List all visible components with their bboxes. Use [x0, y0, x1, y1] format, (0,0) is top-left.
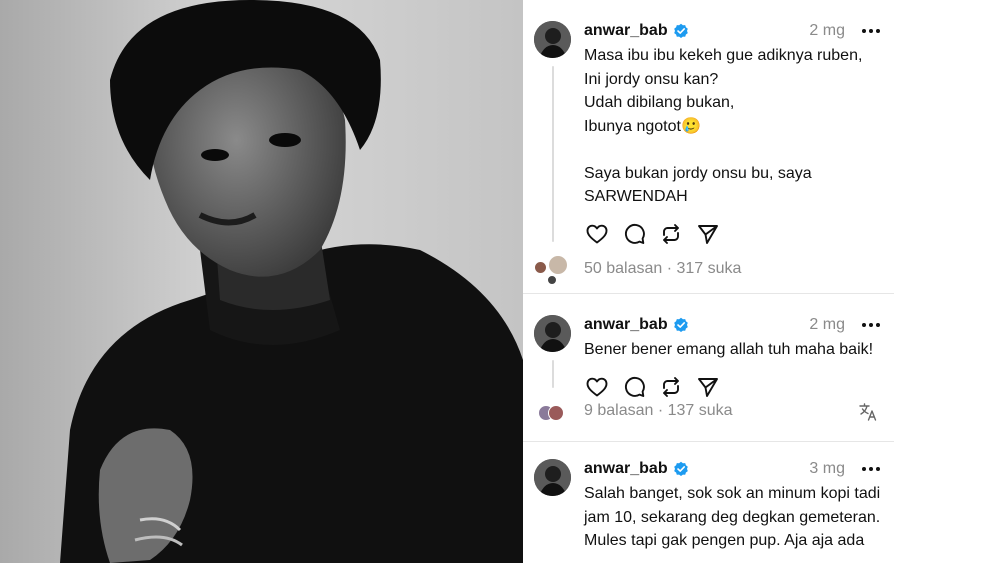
page-background — [894, 0, 1000, 563]
send-icon[interactable] — [695, 374, 721, 400]
avatar — [547, 275, 557, 285]
send-icon[interactable] — [695, 221, 721, 247]
reply-avatars — [538, 404, 570, 424]
post-text-line: Saya bukan jordy onsu bu, saya — [584, 164, 812, 182]
post[interactable]: anwar_bab 2 mg Masa ibu ibu kekeh gue ad… — [523, 0, 894, 294]
comment-icon[interactable] — [621, 374, 647, 400]
post-actions — [584, 221, 884, 247]
thread-line — [552, 66, 554, 242]
repost-icon[interactable] — [658, 221, 684, 247]
post[interactable]: anwar_bab 3 mg Salah banget, sok sok an … — [523, 442, 894, 563]
post-actions — [584, 374, 884, 400]
post-text-line: jam 10, sekarang deg degkan gemeteran. — [584, 508, 881, 526]
reply-avatars — [534, 255, 574, 285]
post-text-line: Ibunya ngotot🥲 — [584, 117, 701, 135]
post-stats[interactable]: 9 balasan · 137 suka — [584, 402, 733, 420]
thread-line — [552, 360, 554, 388]
avatar — [548, 255, 568, 275]
heart-icon[interactable] — [584, 221, 610, 247]
username[interactable]: anwar_bab — [584, 316, 668, 334]
post-text-line: Masa ibu ibu kekeh gue adiknya ruben, — [584, 47, 863, 64]
more-icon[interactable] — [862, 314, 880, 336]
verified-badge-icon — [673, 461, 689, 477]
post-text-line: Udah dibilang bukan, — [584, 94, 735, 111]
post-text-line: Salah banget, sok sok an minum kopi tadi — [584, 485, 881, 502]
post-text: Salah banget, sok sok an minum kopi tadi… — [584, 482, 884, 553]
verified-badge-icon — [673, 23, 689, 39]
post-text: Masa ibu ibu kekeh gue adiknya ruben, In… — [584, 44, 884, 209]
username[interactable]: anwar_bab — [584, 460, 668, 478]
comment-icon[interactable] — [621, 221, 647, 247]
post-text-line: Mules tapi gak pengen pup. Aja aja ada — [584, 532, 865, 549]
heart-icon[interactable] — [584, 374, 610, 400]
repost-icon[interactable] — [658, 374, 684, 400]
avatar — [534, 261, 547, 274]
avatar[interactable] — [534, 315, 571, 352]
post-time: 3 mg — [809, 460, 845, 477]
thread-panel: anwar_bab 2 mg Masa ibu ibu kekeh gue ad… — [523, 0, 894, 563]
post-text-line: Bener bener emang allah tuh maha baik! — [584, 341, 874, 358]
verified-badge-icon — [673, 317, 689, 333]
post-time: 2 mg — [809, 22, 845, 39]
portrait-photo — [0, 0, 523, 563]
avatar — [548, 405, 564, 421]
username[interactable]: anwar_bab — [584, 22, 668, 40]
post-text: Bener bener emang allah tuh maha baik! — [584, 338, 884, 362]
post-text-line: Ini jordy onsu kan? — [584, 70, 719, 88]
post-text-line: SARWENDAH — [584, 188, 688, 205]
post-stats[interactable]: 50 balasan · 317 suka — [584, 260, 741, 278]
avatar[interactable] — [534, 459, 571, 496]
post-time: 2 mg — [809, 316, 845, 333]
post-text-gap — [584, 138, 884, 162]
post[interactable]: anwar_bab 2 mg Bener bener emang allah t… — [523, 294, 894, 442]
avatar[interactable] — [534, 21, 571, 58]
translate-icon[interactable] — [858, 402, 878, 422]
more-icon[interactable] — [862, 20, 880, 42]
more-icon[interactable] — [862, 458, 880, 480]
